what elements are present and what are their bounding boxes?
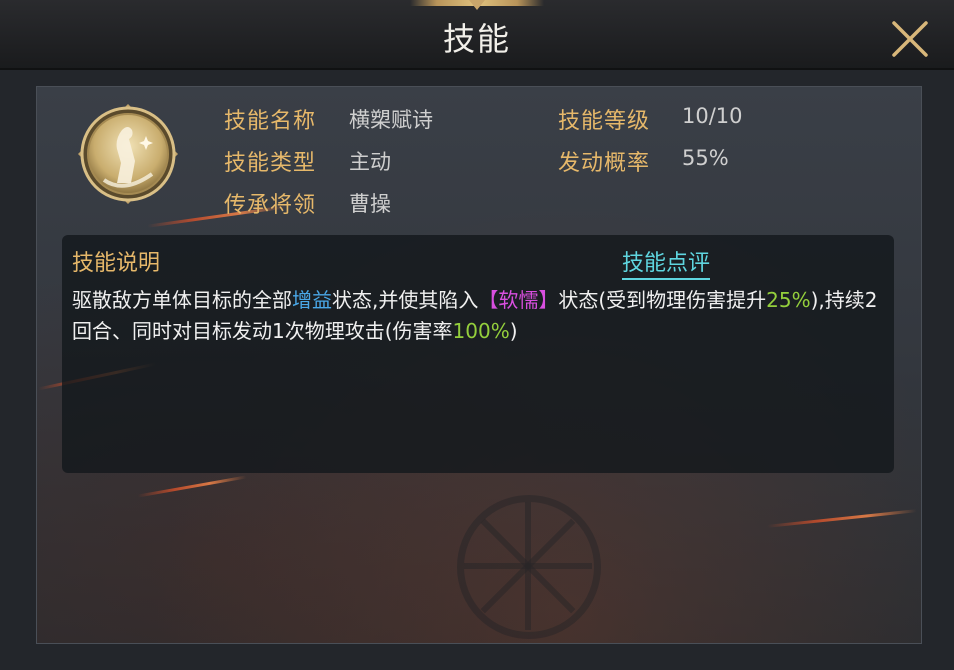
description-text: 驱散敌方单体目标的全部增益状态,并使其陷入【软懦】状态(受到物理伤害提升25%)… (72, 285, 887, 347)
damage-increase-value: 25% (766, 288, 811, 312)
trigger-rate-value: 55% (682, 146, 729, 170)
ember-streak (767, 509, 917, 528)
desc-segment: 状态,并使其陷入 (332, 288, 479, 312)
buff-keyword: 增益 (292, 288, 332, 312)
close-icon (892, 21, 928, 57)
trigger-rate-label: 发动概率 (558, 151, 651, 176)
desc-segment: 状态(受到物理伤害提升 (558, 288, 767, 312)
close-button[interactable] (888, 17, 932, 61)
skill-review-link[interactable]: 技能点评 (622, 245, 711, 280)
skill-type-label: 技能类型 (224, 151, 317, 176)
title-bar: 技能 (0, 0, 954, 70)
description-title: 技能说明 (72, 251, 161, 276)
description-box: 技能说明 技能点评 驱散敌方单体目标的全部增益状态,并使其陷入【软懦】状态(受到… (62, 235, 894, 473)
skill-level-value: 10/10 (682, 104, 743, 128)
skill-level-label: 技能等级 (558, 109, 651, 134)
desc-segment: ) (509, 319, 518, 343)
heir-general-value: 曹操 (349, 192, 391, 216)
skill-type-value: 主动 (349, 150, 391, 174)
status-keyword: 【软懦】 (478, 288, 559, 312)
desc-segment: 驱散敌方单体目标的全部 (72, 288, 292, 312)
skill-name-value: 横槊赋诗 (349, 108, 433, 132)
skill-name-label: 技能名称 (224, 109, 317, 134)
ember-streak (137, 475, 247, 498)
window-title: 技能 (442, 20, 511, 58)
skill-emblem-icon (76, 102, 180, 206)
heir-general-label: 传承将领 (224, 193, 317, 218)
damage-rate-value: 100% (452, 319, 510, 343)
background-wheel (457, 495, 601, 639)
